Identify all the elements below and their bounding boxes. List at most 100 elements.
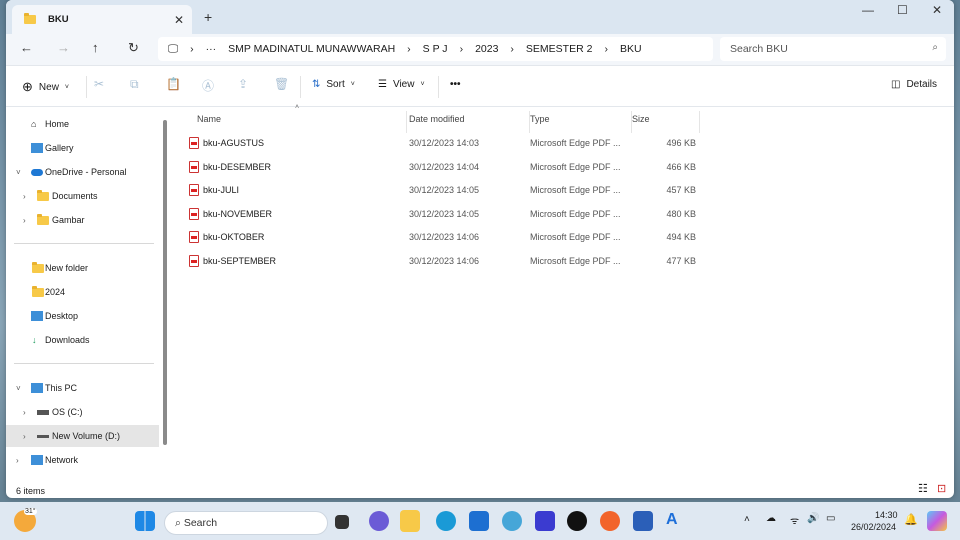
folder-icon	[37, 189, 49, 201]
file-size: 477 KB	[666, 255, 696, 266]
rename-icon[interactable]: Ⓐ	[202, 77, 214, 94]
desktop-icon	[31, 311, 43, 321]
navigation-bar: ← → ↑ ↻ 🖵 › ··· SMP MADINATUL MUNAWWARAH › …	[6, 34, 954, 66]
tiktok-icon[interactable]	[567, 511, 587, 531]
start-button[interactable]	[135, 511, 155, 531]
onedrive-tray-icon[interactable]: ☁	[766, 513, 776, 524]
battery-icon[interactable]: ▭	[826, 513, 835, 524]
pdf-file-icon	[189, 137, 199, 149]
view-button[interactable]: ☰ View ˅	[378, 79, 425, 90]
pdf-file-icon	[189, 231, 199, 243]
new-tab-button[interactable]: +	[204, 9, 212, 25]
sidebar-item-downloads[interactable]: ↓ Downloads	[6, 329, 159, 351]
breadcrumb-item[interactable]: SEMESTER 2	[526, 43, 593, 55]
sidebar-item-gambar[interactable]: › Gambar	[6, 209, 159, 231]
file-row[interactable]: bku-AGUSTUS 30/12/2023 14:03 Microsoft E…	[172, 132, 702, 154]
file-type: Microsoft Edge PDF ...	[530, 185, 621, 195]
refresh-button[interactable]: ↻	[128, 40, 139, 56]
sidebar-item-os-c[interactable]: › OS (C:)	[6, 401, 159, 423]
address-bar[interactable]: 🖵 › ··· SMP MADINATUL MUNAWWARAH › S P J › 2…	[158, 37, 713, 61]
app-icon[interactable]	[502, 511, 522, 531]
clock-time[interactable]: 14:30	[875, 510, 898, 520]
app-icon[interactable]	[535, 511, 555, 531]
maximize-button[interactable]: ☐	[897, 3, 908, 17]
details-button[interactable]: ◫ Details	[891, 79, 937, 90]
file-explorer-taskbar-icon[interactable]	[400, 510, 420, 532]
file-row[interactable]: bku-SEPTEMBER 30/12/2023 14:06 Microsoft…	[172, 250, 702, 272]
taskbar-search[interactable]: ⌕ Search	[164, 511, 328, 535]
weather-temp: 31°	[24, 508, 37, 515]
breadcrumb-item[interactable]: SMP MADINATUL MUNAWWARAH	[228, 43, 395, 55]
search-input[interactable]: Search BKU ⌕	[720, 37, 946, 61]
copy-icon[interactable]: ⧉	[130, 77, 139, 92]
column-header-name[interactable]: Name	[197, 111, 407, 133]
home-icon: ⌂	[31, 119, 37, 129]
up-button[interactable]: ↑	[92, 40, 99, 55]
sidebar-item-new-folder[interactable]: New folder	[6, 257, 159, 279]
file-row[interactable]: bku-DESEMBER 30/12/2023 14:04 Microsoft …	[172, 156, 702, 178]
file-row[interactable]: bku-JULI 30/12/2023 14:05 Microsoft Edge…	[172, 179, 702, 201]
paste-icon[interactable]: 📋	[166, 77, 181, 91]
notification-bell-icon[interactable]: 🔔	[904, 513, 918, 526]
view-icon: ☰	[378, 79, 387, 90]
sidebar-item-new-volume-d[interactable]: › New Volume (D:)	[6, 425, 159, 447]
file-date: 30/12/2023 14:03	[409, 138, 480, 148]
sidebar-item-onedrive[interactable]: ˅ OneDrive - Personal	[6, 161, 159, 183]
tab-bku[interactable]: BKU ✕	[12, 5, 192, 34]
wifi-icon[interactable]: ᯤ	[790, 513, 799, 527]
sort-icon: ⇅	[312, 79, 321, 90]
minimize-button[interactable]: —	[862, 3, 874, 17]
folder-icon	[37, 213, 49, 225]
column-header-date[interactable]: Date modified	[409, 111, 530, 133]
sidebar-item-gallery[interactable]: Gallery	[6, 137, 159, 159]
cut-icon[interactable]: ✂	[94, 77, 104, 91]
task-view-icon[interactable]	[335, 515, 349, 529]
show-hidden-icons[interactable]: ˄	[744, 514, 750, 525]
clock-date[interactable]: 26/02/2024	[851, 522, 896, 532]
breadcrumb-item[interactable]: BKU	[620, 43, 642, 55]
breadcrumb-item[interactable]: 2023	[475, 43, 498, 55]
computer-icon: 🖵	[168, 42, 179, 55]
copilot-icon[interactable]	[927, 511, 947, 531]
overflow-icon[interactable]: ···	[206, 43, 217, 55]
word-icon[interactable]	[633, 511, 653, 531]
sidebar-item-home[interactable]: ⌂ Home	[6, 113, 159, 135]
firefox-icon[interactable]	[600, 511, 620, 531]
column-header-size[interactable]: Size	[632, 111, 700, 133]
folder-icon	[32, 285, 44, 297]
forward-button[interactable]: →	[57, 40, 70, 55]
sidebar-item-documents[interactable]: › Documents	[6, 185, 159, 207]
file-list: ˄ Name Date modified Type Size bku-AGUST…	[172, 104, 954, 482]
close-window-button[interactable]: ✕	[932, 3, 942, 17]
file-row[interactable]: bku-OKTOBER 30/12/2023 14:06 Microsoft E…	[172, 226, 702, 248]
back-button[interactable]: ←	[20, 40, 33, 55]
column-header-type[interactable]: Type	[530, 111, 632, 133]
details-view-icon[interactable]: ☷	[918, 482, 928, 495]
breadcrumb-item[interactable]: S P J	[423, 43, 448, 55]
share-icon[interactable]: ⇪	[238, 77, 248, 91]
new-button[interactable]: ⊕ New ˅	[22, 79, 69, 95]
mail-icon[interactable]	[469, 511, 489, 531]
file-name: bku-AGUSTUS	[203, 138, 265, 148]
sort-indicator-icon: ˄	[295, 104, 300, 111]
search-icon: ⌕	[932, 42, 938, 53]
close-tab-icon[interactable]: ✕	[174, 13, 184, 27]
file-date: 30/12/2023 14:06	[409, 232, 480, 242]
sort-button[interactable]: ⇅ Sort ˅	[312, 79, 355, 90]
sidebar-item-network[interactable]: › Network	[6, 449, 159, 471]
app-icon[interactable]: A	[666, 511, 686, 531]
edge-icon[interactable]	[436, 511, 456, 531]
file-date: 30/12/2023 14:05	[409, 185, 480, 195]
delete-icon[interactable]: 🗑	[274, 77, 289, 91]
volume-icon[interactable]: 🔊	[807, 513, 819, 524]
more-button[interactable]: •••	[450, 79, 461, 90]
sidebar-scrollbar[interactable]	[163, 120, 167, 445]
tiles-view-icon[interactable]: ⊡	[937, 482, 946, 495]
taskbar: 31° ⌕ Search A ˄ ☁ ᯤ 🔊 ▭ 14:30 26/02/202…	[0, 502, 960, 540]
sidebar-item-2024[interactable]: 2024	[6, 281, 159, 303]
sidebar-item-desktop[interactable]: Desktop	[6, 305, 159, 327]
teams-icon[interactable]	[369, 511, 389, 531]
sidebar-item-this-pc[interactable]: ˅ This PC	[6, 377, 159, 399]
file-row[interactable]: bku-NOVEMBER 30/12/2023 14:05 Microsoft …	[172, 203, 702, 225]
download-icon: ↓	[32, 335, 37, 345]
